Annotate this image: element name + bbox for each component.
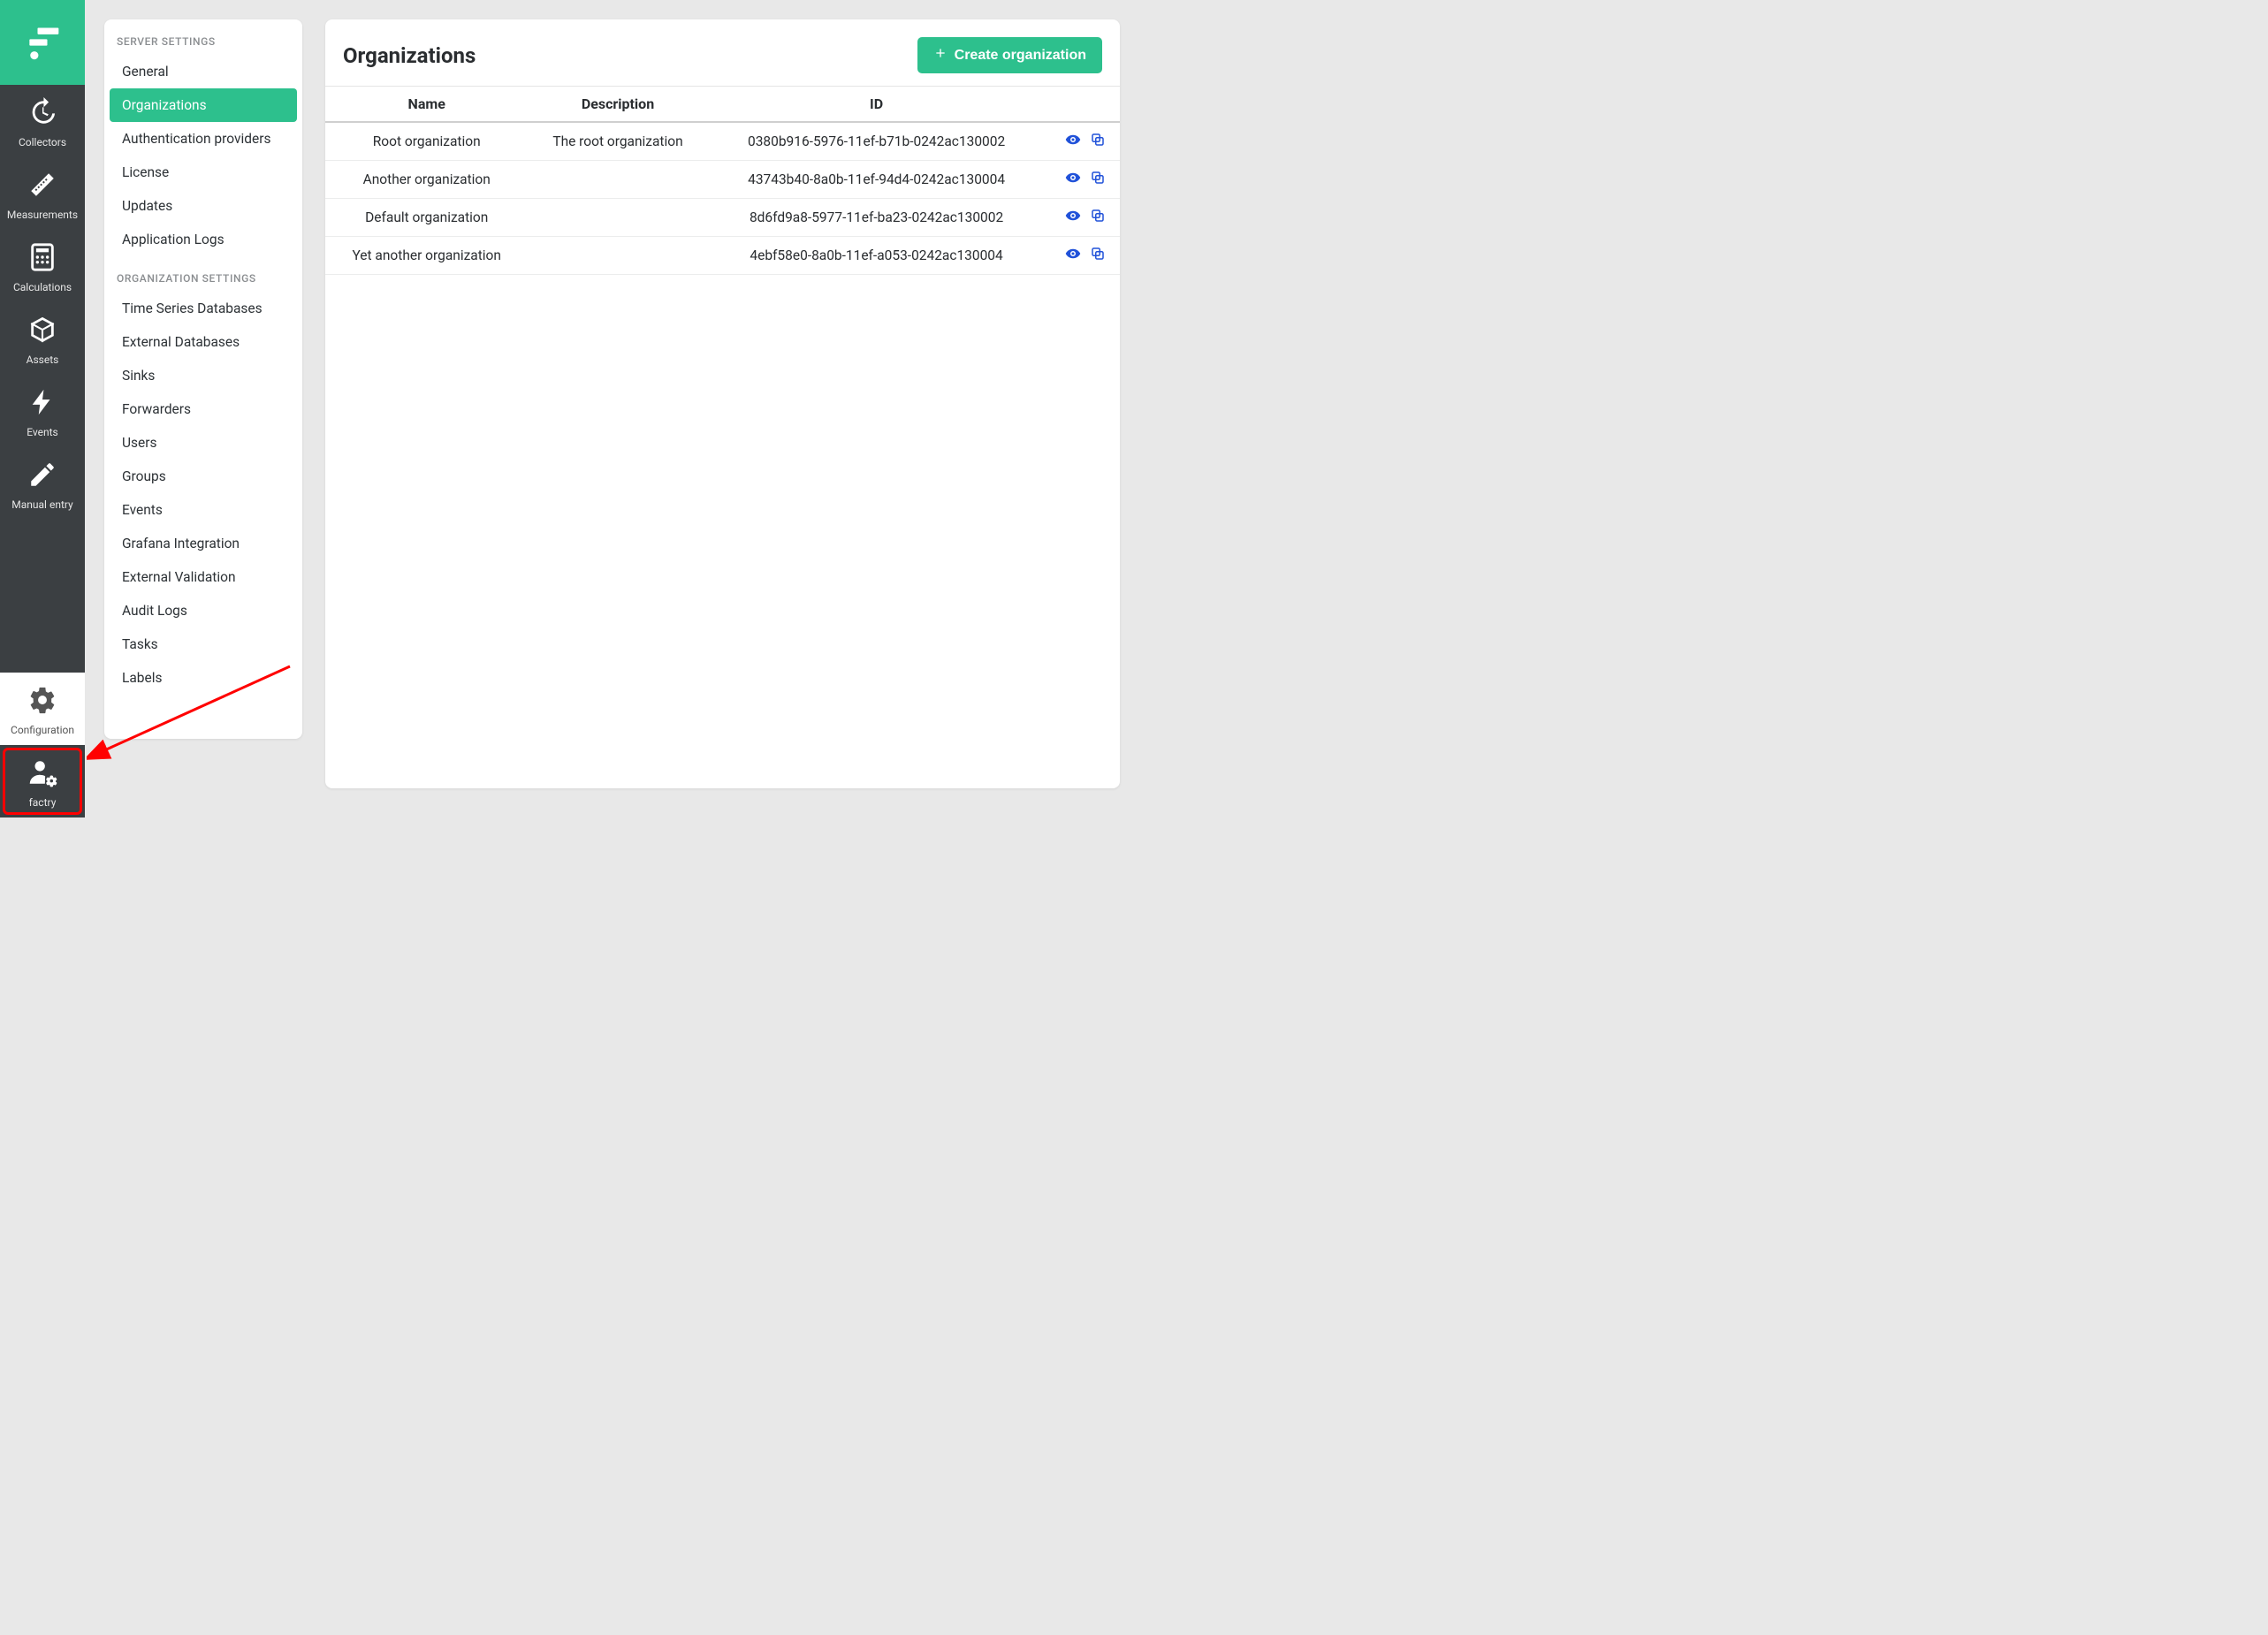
settings-panel: SERVER SETTINGSGeneralOrganizationsAuthe… — [104, 19, 302, 739]
settings-item-updates[interactable]: Updates — [110, 189, 297, 223]
cell-name: Yet another organization — [325, 237, 528, 275]
eye-icon — [1065, 208, 1081, 227]
cell-id: 4ebf58e0-8a0b-11ef-a053-0242ac130004 — [708, 237, 1046, 275]
view-button[interactable] — [1065, 246, 1081, 265]
col-name[interactable]: Name — [325, 87, 528, 123]
user-gear-icon — [27, 757, 57, 791]
nav-item-configuration[interactable]: Configuration — [0, 673, 85, 745]
nav-item-label: Calculations — [13, 281, 72, 293]
settings-item-license[interactable]: License — [110, 156, 297, 189]
col-description[interactable]: Description — [528, 87, 707, 123]
nav-item-label: Events — [27, 426, 58, 438]
copy-button[interactable] — [1090, 246, 1106, 265]
table-row[interactable]: Default organization 8d6fd9a8-5977-11ef-… — [325, 199, 1120, 237]
cell-id: 43743b40-8a0b-11ef-94d4-0242ac130004 — [708, 161, 1046, 199]
plus-icon — [933, 46, 948, 65]
settings-group-title: SERVER SETTINGS — [104, 19, 302, 55]
settings-item-sinks[interactable]: Sinks — [110, 359, 297, 392]
ruler-icon — [27, 170, 57, 203]
cell-id: 8d6fd9a8-5977-11ef-ba23-0242ac130002 — [708, 199, 1046, 237]
table-row[interactable]: Another organization 43743b40-8a0b-11ef-… — [325, 161, 1120, 199]
cell-description — [528, 199, 707, 237]
nav-item-collectors[interactable]: Collectors — [0, 85, 85, 157]
settings-item-forwarders[interactable]: Forwarders — [110, 392, 297, 426]
cell-name: Root organization — [325, 122, 528, 161]
table-row[interactable]: Yet another organization 4ebf58e0-8a0b-1… — [325, 237, 1120, 275]
nav-item-label: Assets — [27, 354, 59, 366]
settings-item-time-series-databases[interactable]: Time Series Databases — [110, 292, 297, 325]
cell-name: Default organization — [325, 199, 528, 237]
settings-item-groups[interactable]: Groups — [110, 460, 297, 493]
cell-id: 0380b916-5976-11ef-b71b-0242ac130002 — [708, 122, 1046, 161]
create-organization-button[interactable]: Create organization — [917, 37, 1102, 73]
table-row[interactable]: Root organization The root organization … — [325, 122, 1120, 161]
settings-group-title: ORGANIZATION SETTINGS — [104, 256, 302, 292]
nav-item-calculations[interactable]: Calculations — [0, 230, 85, 302]
settings-item-labels[interactable]: Labels — [110, 661, 297, 695]
create-button-label: Create organization — [955, 48, 1086, 64]
cell-description — [528, 161, 707, 199]
eye-icon — [1065, 170, 1081, 189]
nav-item-manual-entry[interactable]: Manual entry — [0, 447, 85, 520]
nav-item-label: Configuration — [11, 724, 74, 736]
settings-item-organizations[interactable]: Organizations — [110, 88, 297, 122]
app-logo[interactable] — [0, 0, 85, 85]
nav-item-label: Measurements — [7, 209, 78, 221]
view-button[interactable] — [1065, 132, 1081, 151]
bolt-icon — [27, 387, 57, 421]
nav-item-label: Manual entry — [11, 498, 72, 511]
settings-item-audit-logs[interactable]: Audit Logs — [110, 594, 297, 627]
nav-item-assets[interactable]: Assets — [0, 302, 85, 375]
view-button[interactable] — [1065, 208, 1081, 227]
cell-name: Another organization — [325, 161, 528, 199]
settings-item-tasks[interactable]: Tasks — [110, 627, 297, 661]
nav-item-user[interactable]: factry — [0, 745, 85, 818]
col-id[interactable]: ID — [708, 87, 1046, 123]
copy-icon — [1090, 132, 1106, 151]
settings-item-grafana-integration[interactable]: Grafana Integration — [110, 527, 297, 560]
nav-item-events[interactable]: Events — [0, 375, 85, 447]
eye-icon — [1065, 246, 1081, 265]
settings-item-external-validation[interactable]: External Validation — [110, 560, 297, 594]
copy-button[interactable] — [1090, 208, 1106, 227]
settings-item-general[interactable]: General — [110, 55, 297, 88]
copy-button[interactable] — [1090, 170, 1106, 189]
cell-description — [528, 237, 707, 275]
settings-item-authentication-providers[interactable]: Authentication providers — [110, 122, 297, 156]
pencil-icon — [27, 460, 57, 493]
cell-description: The root organization — [528, 122, 707, 161]
nav-item-label: factry — [29, 796, 57, 809]
nav-rail: Collectors Measurements Calculations Ass… — [0, 0, 85, 818]
view-button[interactable] — [1065, 170, 1081, 189]
nav-item-label: Collectors — [19, 136, 66, 148]
gears-icon — [27, 685, 57, 719]
settings-item-events[interactable]: Events — [110, 493, 297, 527]
nav-item-measurements[interactable]: Measurements — [0, 157, 85, 230]
settings-item-users[interactable]: Users — [110, 426, 297, 460]
copy-button[interactable] — [1090, 132, 1106, 151]
copy-icon — [1090, 208, 1106, 227]
settings-item-application-logs[interactable]: Application Logs — [110, 223, 297, 256]
page-title: Organizations — [343, 43, 476, 68]
copy-icon — [1090, 246, 1106, 265]
history-icon — [27, 97, 57, 131]
copy-icon — [1090, 170, 1106, 189]
eye-icon — [1065, 132, 1081, 151]
settings-item-external-databases[interactable]: External Databases — [110, 325, 297, 359]
organizations-table: Name Description ID Root organization Th… — [325, 86, 1120, 275]
main-card: Organizations Create organization Name D… — [325, 19, 1120, 788]
cube-icon — [27, 315, 57, 348]
calculator-icon — [27, 242, 57, 276]
